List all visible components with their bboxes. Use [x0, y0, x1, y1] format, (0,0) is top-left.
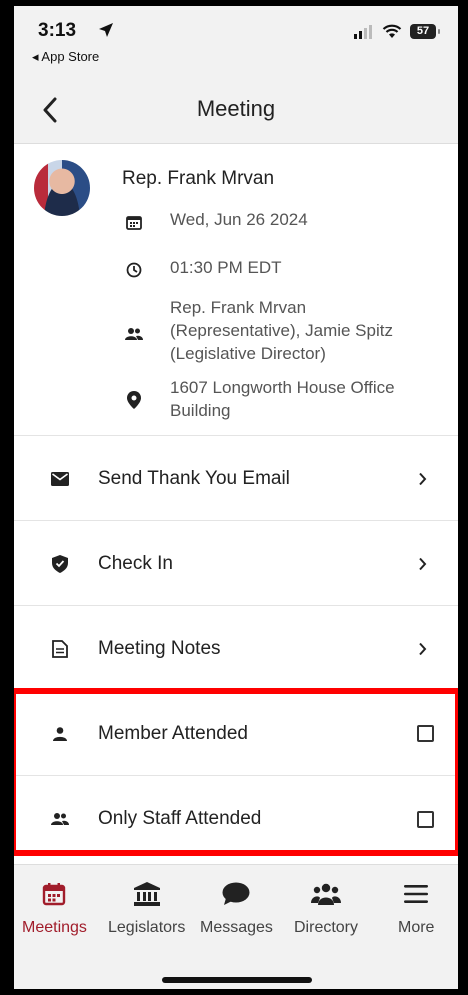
chevron-right-icon: [412, 472, 432, 486]
capitol-building-icon: [130, 879, 164, 909]
home-indicator[interactable]: [162, 977, 312, 983]
tab-directory[interactable]: Directory: [294, 879, 358, 937]
chevron-right-icon: [412, 557, 432, 571]
calendar-icon: [37, 879, 71, 909]
check-in-label: Check In: [98, 552, 173, 574]
attendees-line-1: Rep. Frank Mrvan: [170, 298, 307, 317]
signal-icon: [354, 24, 372, 39]
meeting-date: Wed, Jun 26 2024: [170, 210, 308, 229]
send-thank-you-email-label: Send Thank You Email: [98, 467, 290, 489]
phone-screen: 3:13 ◂ App Store 57 Meeting Rep. Frank M…: [14, 6, 458, 989]
tab-legislators[interactable]: Legislators: [108, 879, 185, 937]
meeting-summary: Rep. Frank Mrvan Wed, Jun 26 2024 01:30 …: [14, 144, 458, 436]
location-line-1: 1607 Longworth House Office: [170, 378, 395, 397]
calendar-icon: [122, 210, 146, 234]
legislator-avatar: [34, 160, 90, 216]
battery-icon: 57: [410, 24, 440, 39]
only-staff-attended-row[interactable]: Only Staff Attended: [14, 777, 458, 861]
envelope-icon: [46, 465, 74, 493]
note-document-icon: [46, 635, 74, 663]
bottom-tab-bar: Meetings Legislators Messages Directory …: [14, 864, 458, 989]
only-staff-attended-label: Only Staff Attended: [98, 808, 262, 829]
location-line-2: Building: [170, 401, 231, 420]
status-time: 3:13: [38, 20, 77, 41]
meeting-attendees: Rep. Frank Mrvan (Representative), Jamie…: [170, 296, 393, 365]
member-attended-row[interactable]: Member Attended: [14, 692, 458, 776]
tab-directory-label: Directory: [294, 919, 359, 936]
system-icons: 57: [354, 24, 440, 39]
meeting-time: 01:30 PM EDT: [170, 258, 282, 277]
attendees-line-3: (Legislative Director): [170, 344, 326, 363]
tab-more-label: More: [398, 919, 435, 936]
page-title: Meeting: [196, 96, 276, 121]
member-attended-checkbox[interactable]: [417, 725, 434, 742]
tab-legislators-label: Legislators: [108, 919, 186, 936]
meeting-location-row: 1607 Longworth House Office Building: [122, 376, 395, 422]
meeting-host-name: Rep. Frank Mrvan: [122, 168, 275, 189]
people-icon: [122, 322, 146, 346]
hamburger-menu-icon: [399, 879, 433, 909]
location-arrow-icon: [99, 23, 113, 37]
tab-meetings[interactable]: Meetings: [22, 879, 87, 937]
check-in-row[interactable]: Check In: [14, 522, 458, 606]
tab-messages[interactable]: Messages: [200, 879, 273, 937]
navigation-bar: Meeting: [14, 76, 458, 144]
meeting-date-row: Wed, Jun 26 2024: [122, 208, 308, 234]
chevron-right-icon: [412, 642, 432, 656]
attendees-line-2: (Representative), Jamie Spitz: [170, 321, 393, 340]
meeting-notes-row[interactable]: Meeting Notes: [14, 607, 458, 691]
only-staff-attended-checkbox[interactable]: [417, 810, 434, 828]
person-icon: [46, 720, 74, 748]
group-users-icon: [309, 879, 343, 909]
status-bar: 3:13 ◂ App Store 57: [14, 6, 458, 76]
check-shield-icon: [46, 550, 74, 578]
tab-messages-label: Messages: [200, 919, 273, 936]
send-thank-you-email-row[interactable]: Send Thank You Email: [14, 437, 458, 521]
map-pin-icon: [122, 388, 146, 412]
meeting-notes-label: Meeting Notes: [98, 637, 221, 659]
chat-bubble-icon: [219, 879, 253, 909]
back-app-label: App Store: [41, 49, 100, 64]
meeting-time-row: 01:30 PM EDT: [122, 256, 282, 282]
meeting-attendees-row: Rep. Frank Mrvan (Representative), Jamie…: [122, 296, 393, 365]
back-to-app-link[interactable]: ◂ App Store: [32, 49, 99, 65]
people-icon: [46, 805, 74, 833]
wifi-icon: [382, 24, 402, 38]
member-attended-label: Member Attended: [98, 722, 248, 744]
tab-more[interactable]: More: [398, 879, 434, 937]
meeting-location: 1607 Longworth House Office Building: [170, 376, 395, 422]
clock-icon: [122, 258, 146, 282]
tab-meetings-label: Meetings: [22, 919, 87, 936]
